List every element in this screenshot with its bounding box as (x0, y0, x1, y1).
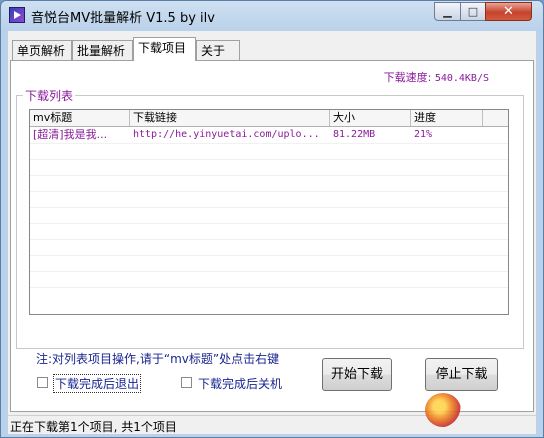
column-header-link[interactable]: 下载链接 (130, 110, 330, 126)
grid-line (30, 287, 508, 288)
watermark-mark-icon (425, 393, 461, 427)
download-speed: 下载速度: 540.4KB/S (384, 69, 489, 85)
column-header-filler (483, 110, 508, 126)
grid-line (30, 207, 508, 208)
list-header: mv标题 下载链接 大小 进度 (30, 110, 508, 127)
grid-line (30, 223, 508, 224)
checkbox-box[interactable] (181, 377, 192, 388)
tab-single-parse[interactable]: 单页解析 (12, 40, 72, 60)
download-list-group-label: 下载列表 (23, 87, 76, 104)
start-download-button[interactable]: 开始下载 (322, 358, 392, 391)
grid-line (30, 255, 508, 256)
tab-batch-parse[interactable]: 批量解析 (72, 40, 133, 60)
download-list-view[interactable]: mv标题 下载链接 大小 进度 [超清]我是我... http://he.yin… (29, 109, 509, 315)
title-bar[interactable]: 音悦台MV批量解析 V1.5 by ilv ▁ □ ✕ (1, 1, 543, 31)
row-progress-cell: 21% (414, 129, 433, 140)
close-button[interactable]: ✕ (485, 2, 532, 21)
list-row[interactable]: [超清]我是我... http://he.yinyuetai.com/uplo.… (30, 127, 508, 143)
download-speed-value: 540.4KB/S (434, 73, 489, 84)
app-window: 音悦台MV批量解析 V1.5 by ilv ▁ □ ✕ 单页解析 批量解析 下载… (0, 0, 544, 438)
watermark-logo (425, 393, 535, 429)
download-tab-panel: 下载速度: 540.4KB/S 下载列表 mv标题 下载链接 大小 进度 [超清… (10, 60, 534, 412)
grid-line (30, 175, 508, 176)
stop-download-button[interactable]: 停止下载 (425, 358, 498, 391)
status-text: 正在下载第1个项目, 共1个项目 (10, 420, 177, 434)
exit-after-download-label[interactable]: 下载完成后退出 (52, 374, 142, 393)
app-icon (9, 7, 25, 23)
exit-after-download-checkbox[interactable]: 下载完成后退出 (37, 374, 157, 393)
row-size-cell: 81.22MB (333, 129, 376, 140)
tab-about[interactable]: 关于 (196, 40, 240, 60)
grid-line (30, 271, 508, 272)
grid-line (30, 239, 508, 240)
grid-line (30, 143, 508, 144)
maximize-button[interactable]: □ (460, 2, 486, 21)
shutdown-after-download-checkbox[interactable]: 下载完成后关机 (181, 375, 301, 391)
grid-line (30, 191, 508, 192)
tab-download-items[interactable]: 下载项目 (133, 37, 196, 61)
row-title-cell[interactable]: [超清]我是我... (30, 127, 130, 143)
grid-line (30, 159, 508, 160)
column-header-progress[interactable]: 进度 (411, 110, 483, 126)
download-speed-label: 下载速度: (383, 71, 432, 84)
client-area: 单页解析 批量解析 下载项目 关于 下载速度: 540.4KB/S 下载列表 m… (8, 31, 536, 415)
column-header-size[interactable]: 大小 (330, 110, 411, 126)
minimize-button[interactable]: ▁ (434, 2, 461, 21)
checkbox-box[interactable] (37, 377, 48, 388)
shutdown-after-download-label[interactable]: 下载完成后关机 (198, 375, 282, 392)
column-header-title[interactable]: mv标题 (30, 110, 130, 126)
usage-note: 注:对列表项目操作,请于“mv标题”处点击右键 (36, 352, 280, 366)
window-title: 音悦台MV批量解析 V1.5 by ilv (31, 11, 215, 26)
row-link-cell: http://he.yinyuetai.com/uplo... (133, 129, 320, 140)
